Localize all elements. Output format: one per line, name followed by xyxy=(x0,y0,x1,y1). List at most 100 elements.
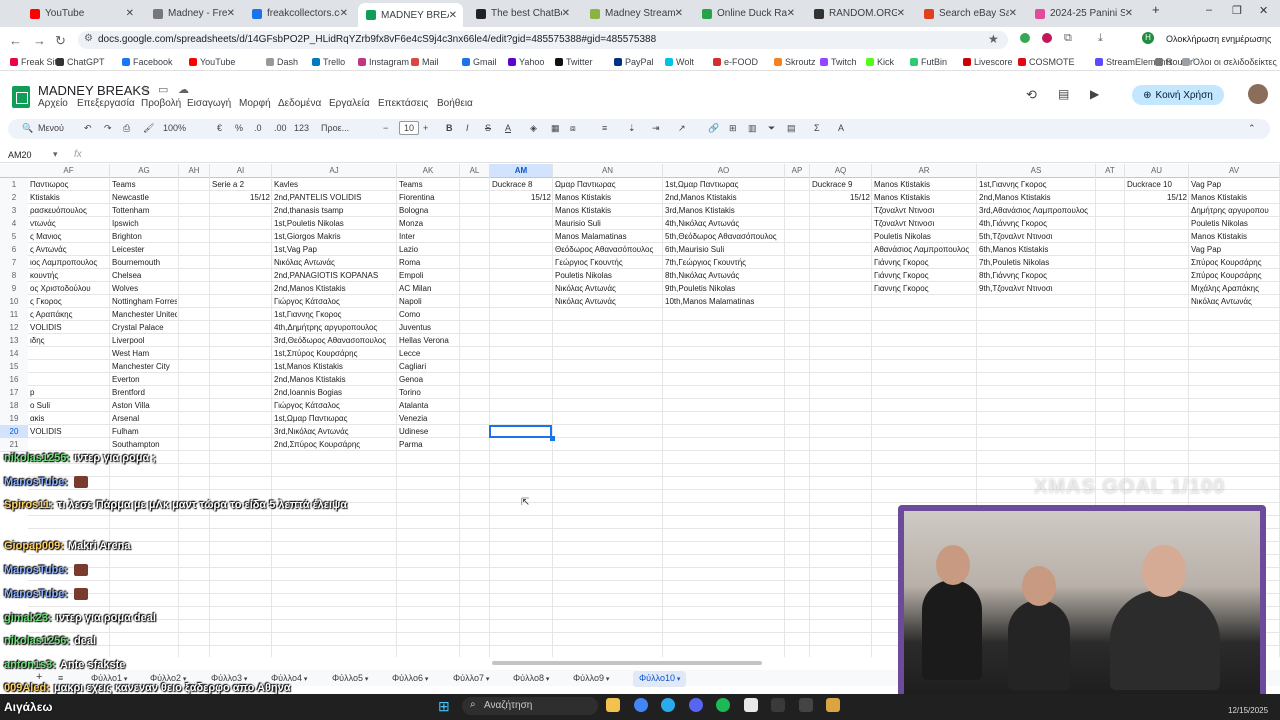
grid-cell[interactable]: ς Αραπάκης xyxy=(30,308,108,321)
menu-item[interactable]: Μορφή xyxy=(239,98,271,109)
close-window-icon[interactable]: ✕ xyxy=(1259,4,1268,17)
grid-cell[interactable]: Lecce xyxy=(399,347,458,360)
grid-cell[interactable]: 2nd,Σπύρος Κουρσάρης xyxy=(274,438,395,451)
close-tab-icon[interactable]: ✕ xyxy=(787,8,795,19)
grid-cell[interactable]: Γιάννης Γκορος xyxy=(874,269,975,282)
grid-cell[interactable]: ιδης xyxy=(30,334,108,347)
functions-icon[interactable]: Σ xyxy=(814,123,820,133)
grid-cell[interactable]: 1st,Manos Ktistakis xyxy=(274,360,395,373)
grid-cell[interactable]: 2nd,PANTELIS VOLIDIS xyxy=(274,191,395,204)
column-header[interactable]: AJ xyxy=(272,164,397,178)
grid-cell[interactable]: Hellas Verona xyxy=(399,334,458,347)
grid-cell[interactable]: Tottenham xyxy=(112,204,177,217)
grid-cell[interactable]: Wolves xyxy=(112,282,177,295)
grid-cell[interactable]: Napoli xyxy=(399,295,458,308)
grid-cell[interactable]: Νικόλας Αντωνάς xyxy=(274,256,395,269)
app-icon-2[interactable] xyxy=(799,698,813,712)
grid-cell[interactable]: Bournemouth xyxy=(112,256,177,269)
grid-cell[interactable]: 7th,Γεώργιος Γκουντής xyxy=(665,256,783,269)
print-icon[interactable]: ⎙ xyxy=(123,123,130,134)
bookmark-mail[interactable]: Mail xyxy=(411,57,439,67)
row-header[interactable]: 9 xyxy=(0,282,28,296)
grid-cell[interactable]: ς Γκορος xyxy=(30,295,108,308)
grid-cell[interactable]: Ipswich xyxy=(112,217,177,230)
grid-cell[interactable]: ος Χριστοδούλου xyxy=(30,282,108,295)
grid-cell[interactable]: Atalanta xyxy=(399,399,458,412)
reload-icon[interactable]: ↻ xyxy=(55,33,66,49)
sheet-tab-menu-icon[interactable]: ▾ xyxy=(302,676,308,683)
grid-cell[interactable]: Τζοναλντ Ντινοσι xyxy=(874,204,975,217)
grid-cell[interactable]: Maurisio Suli xyxy=(555,217,661,230)
bookmark-twitter[interactable]: Twitter xyxy=(555,57,593,67)
row-header[interactable]: 19 xyxy=(0,412,28,426)
grid-cell[interactable]: Empoli xyxy=(399,269,458,282)
grid-cell[interactable]: 10th,Manos Malamatinas xyxy=(665,295,783,308)
percent-format-button[interactable]: % xyxy=(235,123,243,133)
grid-cell[interactable]: 5th,Θεόδωρος Αθανασόπουλος xyxy=(665,230,783,243)
grid-cell[interactable]: 6th,Manos Ktistakis xyxy=(979,243,1094,256)
grid-cell[interactable]: 1st,Giorgos Makris xyxy=(274,230,395,243)
grid-cell[interactable]: Newcastle xyxy=(112,191,177,204)
font-size-increase[interactable]: + xyxy=(423,123,428,133)
browser-tab[interactable]: Madney - Freak Coll✕ xyxy=(145,4,241,23)
grid-cell[interactable]: Ωμαρ Παντιωρας xyxy=(555,178,661,191)
obs-icon[interactable] xyxy=(771,698,785,712)
bookmark-star-icon[interactable]: ★ xyxy=(988,32,999,46)
grid-cell[interactable]: ακis xyxy=(30,412,108,425)
row-header[interactable]: 13 xyxy=(0,334,28,348)
browser-tab[interactable]: freakcollectors.com✕ xyxy=(244,4,354,23)
sheet-tab-menu-icon[interactable]: ▾ xyxy=(604,676,610,683)
grid-cell[interactable]: Manos Ktistakis xyxy=(555,204,661,217)
grid-cell[interactable]: Γιάννης Γκορος xyxy=(874,256,975,269)
menus-search[interactable]: Μενού xyxy=(38,123,64,133)
bookmark-wolt[interactable]: Wolt xyxy=(665,57,694,67)
row-header[interactable]: 16 xyxy=(0,373,28,387)
row-header[interactable]: 11 xyxy=(0,308,28,322)
grid-cell[interactable]: 4th,Δημήτρης αργυροπουλος xyxy=(274,321,395,334)
bookmark-skroutz[interactable]: Skroutz xyxy=(774,57,816,67)
sheet-tab[interactable]: Φύλλο6 ▾ xyxy=(392,673,428,683)
row-header[interactable]: 10 xyxy=(0,295,28,309)
account-avatar[interactable] xyxy=(1248,84,1268,104)
search-menus-icon[interactable]: 🔍 xyxy=(22,123,33,134)
column-header[interactable]: AV xyxy=(1189,164,1280,178)
browser-tab[interactable]: MADNEY BREAKS✕ xyxy=(358,3,463,27)
menu-item[interactable]: Αρχείο xyxy=(38,98,68,109)
grid-cell[interactable]: Manchester City xyxy=(112,360,177,373)
row-header[interactable]: 4 xyxy=(0,217,28,231)
select-all-corner[interactable] xyxy=(0,164,29,178)
column-header[interactable]: AS xyxy=(977,164,1096,178)
grid-cell[interactable]: Venezia xyxy=(399,412,458,425)
vertical-align-icon[interactable]: ⇣ xyxy=(628,123,636,134)
column-header[interactable]: AN xyxy=(553,164,663,178)
grid-cell[interactable]: ντωνάς xyxy=(30,217,108,230)
borders-icon[interactable]: ▦ xyxy=(551,123,560,134)
grid-cell[interactable]: Duckrace 8 xyxy=(492,178,551,191)
sheet-tab[interactable]: Φύλλο5 ▾ xyxy=(332,673,368,683)
maximize-icon[interactable]: ❐ xyxy=(1232,4,1242,17)
grid-cell[interactable]: Brentford xyxy=(112,386,177,399)
column-header[interactable]: AG xyxy=(110,164,179,178)
grid-cell[interactable]: 8th,Γιάννης Γκορος xyxy=(979,269,1094,282)
row-header[interactable]: 12 xyxy=(0,321,28,335)
sheet-tab[interactable]: Φύλλο8 ▾ xyxy=(513,673,549,683)
close-tab-icon[interactable]: ✕ xyxy=(340,8,348,19)
grid-cell[interactable]: Serie a 2 xyxy=(212,178,270,191)
grid-cell[interactable]: Manchester United xyxy=(112,308,177,321)
extension-icon[interactable] xyxy=(1020,33,1030,43)
grid-cell[interactable]: Παντιωρος xyxy=(30,178,108,191)
grid-cell[interactable]: VOLIDIS xyxy=(30,321,108,334)
share-button[interactable]: ⊕ Κοινή Χρήση xyxy=(1132,85,1224,105)
grid-cell[interactable]: Νικόλας Αντωνάς xyxy=(1191,295,1278,308)
grid-cell[interactable]: Juventus xyxy=(399,321,458,334)
text-color-button[interactable]: A xyxy=(505,123,511,133)
redo-icon[interactable]: ↷ xyxy=(104,123,112,134)
grid-cell[interactable]: Σπύρος Κουρσάρης xyxy=(1191,269,1278,282)
extensions-puzzle-icon[interactable]: ⧉ xyxy=(1064,32,1072,45)
menu-item[interactable]: Προβολή xyxy=(141,98,181,109)
grid-cell[interactable]: 2nd,Ioannis Bogias xyxy=(274,386,395,399)
grid-cell[interactable]: Vag Pap xyxy=(1191,178,1278,191)
close-tab-icon[interactable]: ✕ xyxy=(449,10,457,21)
zoom-select[interactable]: 100% xyxy=(163,123,186,133)
menu-item[interactable]: Εισαγωγή xyxy=(187,98,231,109)
